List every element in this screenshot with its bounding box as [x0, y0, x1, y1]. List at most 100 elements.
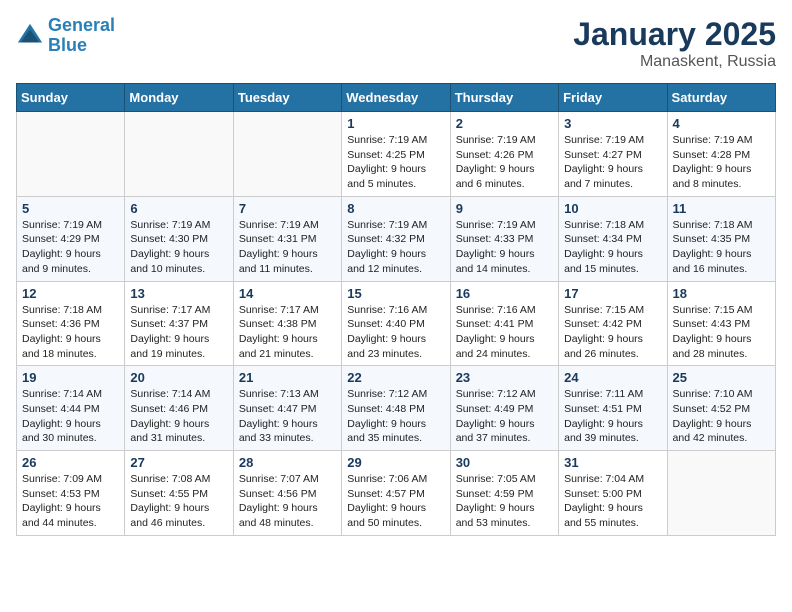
weekday-row: SundayMondayTuesdayWednesdayThursdayFrid… [17, 84, 776, 112]
day-info: Sunrise: 7:13 AM Sunset: 4:47 PM Dayligh… [239, 387, 336, 446]
day-number: 11 [673, 201, 770, 216]
day-info: Sunrise: 7:18 AM Sunset: 4:35 PM Dayligh… [673, 218, 770, 277]
calendar-cell: 1 Sunrise: 7:19 AM Sunset: 4:25 PM Daylig… [342, 112, 450, 197]
calendar-cell: 30 Sunrise: 7:05 AM Sunset: 4:59 PM Dayli… [450, 451, 558, 536]
calendar-cell [667, 451, 775, 536]
calendar-cell: 23 Sunrise: 7:12 AM Sunset: 4:49 PM Dayli… [450, 366, 558, 451]
day-number: 7 [239, 201, 336, 216]
calendar-cell: 27Sunrise: 7:08 AM Sunset: 4:55 PM Dayli… [125, 451, 233, 536]
title-block: January 2025 Manaskent, Russia [573, 16, 776, 71]
calendar-cell: 22 Sunrise: 7:12 AM Sunset: 4:48 PM Dayli… [342, 366, 450, 451]
day-info: Sunrise: 7:19 AM Sunset: 4:26 PM Dayligh… [456, 133, 553, 192]
day-info: Sunrise: 7:14 AM Sunset: 4:46 PM Dayligh… [130, 387, 227, 446]
calendar-cell [233, 112, 341, 197]
day-info: Sunrise: 7:18 AM Sunset: 4:36 PM Dayligh… [22, 303, 119, 362]
day-number: 8 [347, 201, 444, 216]
day-number: 5 [22, 201, 119, 216]
day-info: Sunrise: 7:04 AM Sunset: 5:00 PM Dayligh… [564, 472, 661, 531]
calendar-cell: 5Sunrise: 7:19 AM Sunset: 4:29 PM Daylig… [17, 196, 125, 281]
calendar-cell: 16 Sunrise: 7:16 AM Sunset: 4:41 PM Dayli… [450, 281, 558, 366]
calendar-cell: 2 Sunrise: 7:19 AM Sunset: 4:26 PM Daylig… [450, 112, 558, 197]
day-number: 1 [347, 116, 444, 131]
day-number: 19 [22, 370, 119, 385]
day-number: 16 [456, 286, 553, 301]
day-number: 21 [239, 370, 336, 385]
day-info: Sunrise: 7:19 AM Sunset: 4:31 PM Dayligh… [239, 218, 336, 277]
weekday-header: Monday [125, 84, 233, 112]
calendar-body: 1 Sunrise: 7:19 AM Sunset: 4:25 PM Daylig… [17, 112, 776, 536]
day-info: Sunrise: 7:07 AM Sunset: 4:56 PM Dayligh… [239, 472, 336, 531]
day-info: Sunrise: 7:12 AM Sunset: 4:49 PM Dayligh… [456, 387, 553, 446]
calendar-cell: 3 Sunrise: 7:19 AM Sunset: 4:27 PM Daylig… [559, 112, 667, 197]
day-number: 30 [456, 455, 553, 470]
day-info: Sunrise: 7:12 AM Sunset: 4:48 PM Dayligh… [347, 387, 444, 446]
day-number: 12 [22, 286, 119, 301]
calendar-title: January 2025 [573, 16, 776, 53]
day-info: Sunrise: 7:19 AM Sunset: 4:25 PM Dayligh… [347, 133, 444, 192]
day-number: 4 [673, 116, 770, 131]
day-number: 26 [22, 455, 119, 470]
day-info: Sunrise: 7:19 AM Sunset: 4:27 PM Dayligh… [564, 133, 661, 192]
day-number: 15 [347, 286, 444, 301]
calendar-week-row: 5Sunrise: 7:19 AM Sunset: 4:29 PM Daylig… [17, 196, 776, 281]
day-info: Sunrise: 7:09 AM Sunset: 4:53 PM Dayligh… [22, 472, 119, 531]
day-info: Sunrise: 7:14 AM Sunset: 4:44 PM Dayligh… [22, 387, 119, 446]
calendar-cell: 14 Sunrise: 7:17 AM Sunset: 4:38 PM Dayli… [233, 281, 341, 366]
weekday-header: Friday [559, 84, 667, 112]
calendar-week-row: 1 Sunrise: 7:19 AM Sunset: 4:25 PM Daylig… [17, 112, 776, 197]
calendar-cell: 26 Sunrise: 7:09 AM Sunset: 4:53 PM Dayli… [17, 451, 125, 536]
calendar-week-row: 19 Sunrise: 7:14 AM Sunset: 4:44 PM Dayli… [17, 366, 776, 451]
calendar-cell [17, 112, 125, 197]
day-number: 20 [130, 370, 227, 385]
weekday-header: Saturday [667, 84, 775, 112]
calendar-cell: 28 Sunrise: 7:07 AM Sunset: 4:56 PM Dayli… [233, 451, 341, 536]
calendar-week-row: 12 Sunrise: 7:18 AM Sunset: 4:36 PM Dayli… [17, 281, 776, 366]
calendar-cell: 21 Sunrise: 7:13 AM Sunset: 4:47 PM Dayli… [233, 366, 341, 451]
day-number: 14 [239, 286, 336, 301]
day-info: Sunrise: 7:11 AM Sunset: 4:51 PM Dayligh… [564, 387, 661, 446]
day-info: Sunrise: 7:10 AM Sunset: 4:52 PM Dayligh… [673, 387, 770, 446]
day-info: Sunrise: 7:17 AM Sunset: 4:37 PM Dayligh… [130, 303, 227, 362]
day-number: 23 [456, 370, 553, 385]
calendar-subtitle: Manaskent, Russia [573, 53, 776, 71]
calendar-cell: 25Sunrise: 7:10 AM Sunset: 4:52 PM Dayli… [667, 366, 775, 451]
day-number: 2 [456, 116, 553, 131]
day-number: 17 [564, 286, 661, 301]
day-number: 13 [130, 286, 227, 301]
day-info: Sunrise: 7:06 AM Sunset: 4:57 PM Dayligh… [347, 472, 444, 531]
calendar-cell: 9 Sunrise: 7:19 AM Sunset: 4:33 PM Daylig… [450, 196, 558, 281]
day-info: Sunrise: 7:16 AM Sunset: 4:40 PM Dayligh… [347, 303, 444, 362]
calendar-cell: 6 Sunrise: 7:19 AM Sunset: 4:30 PM Daylig… [125, 196, 233, 281]
day-number: 31 [564, 455, 661, 470]
day-info: Sunrise: 7:19 AM Sunset: 4:30 PM Dayligh… [130, 218, 227, 277]
day-info: Sunrise: 7:19 AM Sunset: 4:33 PM Dayligh… [456, 218, 553, 277]
calendar-table: SundayMondayTuesdayWednesdayThursdayFrid… [16, 83, 776, 536]
day-info: Sunrise: 7:05 AM Sunset: 4:59 PM Dayligh… [456, 472, 553, 531]
calendar-cell: 11 Sunrise: 7:18 AM Sunset: 4:35 PM Dayli… [667, 196, 775, 281]
day-info: Sunrise: 7:18 AM Sunset: 4:34 PM Dayligh… [564, 218, 661, 277]
weekday-header: Sunday [17, 84, 125, 112]
day-info: Sunrise: 7:08 AM Sunset: 4:55 PM Dayligh… [130, 472, 227, 531]
day-number: 28 [239, 455, 336, 470]
calendar-cell: 7 Sunrise: 7:19 AM Sunset: 4:31 PM Daylig… [233, 196, 341, 281]
calendar-cell: 24 Sunrise: 7:11 AM Sunset: 4:51 PM Dayli… [559, 366, 667, 451]
day-number: 18 [673, 286, 770, 301]
calendar-cell: 20 Sunrise: 7:14 AM Sunset: 4:46 PM Dayli… [125, 366, 233, 451]
calendar-cell: 17Sunrise: 7:15 AM Sunset: 4:42 PM Dayli… [559, 281, 667, 366]
calendar-cell: 8 Sunrise: 7:19 AM Sunset: 4:32 PM Daylig… [342, 196, 450, 281]
page-header: General Blue January 2025 Manaskent, Rus… [16, 16, 776, 71]
day-number: 6 [130, 201, 227, 216]
day-info: Sunrise: 7:17 AM Sunset: 4:38 PM Dayligh… [239, 303, 336, 362]
day-number: 24 [564, 370, 661, 385]
day-number: 22 [347, 370, 444, 385]
calendar-cell: 12 Sunrise: 7:18 AM Sunset: 4:36 PM Dayli… [17, 281, 125, 366]
calendar-cell: 18Sunrise: 7:15 AM Sunset: 4:43 PM Dayli… [667, 281, 775, 366]
day-number: 3 [564, 116, 661, 131]
day-number: 9 [456, 201, 553, 216]
calendar-cell [125, 112, 233, 197]
calendar-cell: 31 Sunrise: 7:04 AM Sunset: 5:00 PM Dayli… [559, 451, 667, 536]
calendar-cell: 15 Sunrise: 7:16 AM Sunset: 4:40 PM Dayli… [342, 281, 450, 366]
day-info: Sunrise: 7:16 AM Sunset: 4:41 PM Dayligh… [456, 303, 553, 362]
logo: General Blue [16, 16, 115, 56]
day-info: Sunrise: 7:19 AM Sunset: 4:32 PM Dayligh… [347, 218, 444, 277]
